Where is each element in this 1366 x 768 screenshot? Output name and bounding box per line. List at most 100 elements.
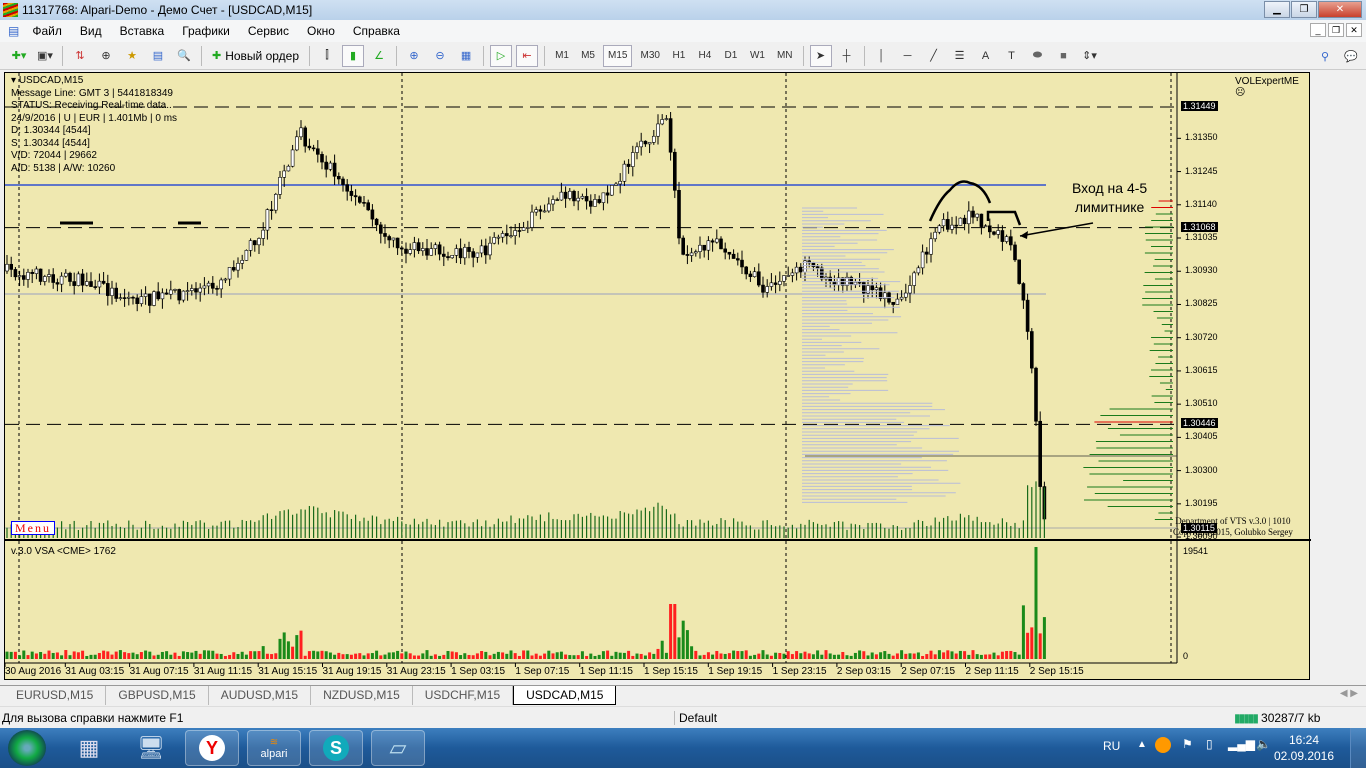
tab-usdcad[interactable]: USDCAD,M15 [513, 686, 617, 705]
candle-body [236, 262, 240, 271]
candlestick-icon[interactable]: ▮ [342, 44, 365, 67]
candle-body [223, 278, 228, 281]
vertical-line-icon[interactable]: │ [871, 45, 893, 67]
candle-body [500, 233, 505, 238]
skype-icon[interactable]: S [309, 730, 363, 766]
tf-w1[interactable]: W1 [746, 45, 769, 67]
market-watch-icon[interactable]: ⇅ [69, 45, 91, 67]
candle-body [328, 162, 333, 170]
vsa-volume-bar [858, 650, 862, 659]
search-icon[interactable]: ⚲ [1314, 45, 1336, 67]
menu-file[interactable]: Файл [23, 24, 71, 38]
text-icon[interactable]: A [975, 45, 997, 67]
mdi-restore-button[interactable]: ❐ [1328, 23, 1344, 37]
ellipse-icon[interactable]: ⬬ [1027, 45, 1049, 67]
vsa-volume-bar [874, 654, 878, 659]
chart-shift-icon[interactable]: ⇤ [516, 44, 539, 67]
auto-scroll-icon[interactable]: ▷ [490, 44, 513, 67]
vsa-volume-bar [622, 652, 626, 659]
trendline-icon[interactable]: ╱ [923, 45, 945, 67]
power-icon[interactable]: ▯ [1206, 737, 1213, 751]
language-indicator[interactable]: RU [1103, 739, 1120, 753]
tf-h1[interactable]: H1 [668, 45, 690, 67]
tray-app-icon[interactable] [1155, 737, 1171, 753]
volume-icon[interactable]: 🔈 [1256, 737, 1271, 751]
zoom-out-icon[interactable]: ⊖ [429, 45, 451, 67]
bar-chart-icon[interactable]: ⫿ [316, 45, 338, 67]
candle-body [34, 268, 39, 274]
status-traffic: 30287/7 kb [1261, 710, 1321, 725]
chart-window[interactable]: ▾ USDCAD,M15 Message Line: GMT 3 | 54418… [4, 72, 1311, 681]
profiles-icon[interactable]: ▣▾ [34, 45, 56, 67]
start-button[interactable] [8, 730, 46, 766]
cursor-icon[interactable]: ➤ [809, 44, 832, 67]
tf-mn[interactable]: MN [773, 45, 797, 67]
vsa-volume-bar [954, 653, 958, 659]
menu-charts[interactable]: Графики [173, 24, 239, 38]
new-order-button[interactable]: ✚ Новый ордер [208, 45, 303, 67]
new-chart-icon[interactable]: ✚▾ [8, 45, 30, 67]
time-tick: 30 Aug 2016 [5, 666, 62, 677]
rectangle-icon[interactable]: ■ [1053, 45, 1075, 67]
tf-d1[interactable]: D1 [720, 45, 742, 67]
candle-body [290, 149, 295, 167]
vsa-volume-bar [139, 652, 143, 659]
crosshair-data-icon[interactable]: ⊕ [95, 45, 117, 67]
fibonacci-icon[interactable]: ☰ [949, 45, 971, 67]
tf-m30[interactable]: M30 [636, 45, 663, 67]
price-chart[interactable] [5, 73, 1311, 681]
vsa-volume-bar [757, 653, 761, 659]
notepad-icon[interactable]: ▱ [371, 730, 425, 766]
vsa-volume-bar [417, 655, 421, 659]
menu-tools[interactable]: Сервис [239, 24, 298, 38]
alpari-icon[interactable]: ≋ alpari [247, 730, 301, 766]
menu-help[interactable]: Справка [344, 24, 409, 38]
menu-window[interactable]: Окно [298, 24, 344, 38]
navigator-icon[interactable]: ★ [121, 45, 143, 67]
tf-m5[interactable]: M5 [577, 45, 599, 67]
network-icon[interactable]: ▂▄▆ [1228, 737, 1255, 751]
yandex-browser-icon[interactable]: Y [185, 730, 239, 766]
show-hidden-icons[interactable]: ▲ [1137, 739, 1147, 750]
menu-button[interactable]: Menu [11, 521, 55, 535]
maximize-button[interactable]: ❐ [1291, 1, 1317, 18]
minimize-button[interactable]: ▁ [1264, 1, 1290, 18]
tf-m15[interactable]: M15 [603, 44, 633, 67]
tile-windows-icon[interactable]: ▦ [455, 45, 477, 67]
clock[interactable]: 16:24 02.09.2016 [1272, 732, 1336, 764]
tab-usdchf[interactable]: USDCHF,M15 [413, 686, 514, 705]
chat-icon[interactable]: 💬 [1340, 45, 1362, 67]
tf-m1[interactable]: M1 [551, 45, 573, 67]
vsa-volume-bar [795, 651, 799, 659]
terminal-icon[interactable]: ▤ [147, 45, 169, 67]
crosshair-icon[interactable]: ┼ [836, 45, 858, 67]
candle-body [433, 244, 438, 249]
menu-view[interactable]: Вид [71, 24, 111, 38]
close-button[interactable]: ✕ [1318, 1, 1362, 18]
annotation-arrow [1019, 222, 1094, 237]
candle-body [336, 176, 341, 180]
mdi-close-button[interactable]: ✕ [1346, 23, 1362, 37]
tab-gbpusd[interactable]: GBPUSD,M15 [106, 686, 209, 705]
show-desktop-button[interactable] [1350, 728, 1366, 768]
zoom-in-icon[interactable]: ⊕ [403, 45, 425, 67]
tab-audusd[interactable]: AUDUSD,M15 [209, 686, 312, 705]
tab-scroll-arrows[interactable]: ◀ ▶ [1340, 688, 1358, 699]
vsa-volume-bar [853, 652, 857, 659]
tab-nzdusd[interactable]: NZDUSD,M15 [311, 686, 413, 705]
line-chart-icon[interactable]: ∠ [368, 45, 390, 67]
horizontal-line-icon[interactable]: ─ [897, 45, 919, 67]
text-label-icon[interactable]: T [1001, 45, 1023, 67]
candle-body [958, 217, 963, 226]
vsa-volume-bar [68, 655, 72, 659]
action-center-flag-icon[interactable]: ⚑ [1182, 737, 1193, 751]
arrows-icon[interactable]: ⇕▾ [1079, 45, 1101, 67]
tab-eurusd[interactable]: EURUSD,M15 [4, 686, 107, 705]
tf-h4[interactable]: H4 [694, 45, 716, 67]
computer-search-icon[interactable]: 🖥 [124, 730, 178, 766]
menu-insert[interactable]: Вставка [111, 24, 174, 38]
tester-icon[interactable]: 🔍 [173, 45, 195, 67]
calculator-icon[interactable]: ▦ [62, 730, 116, 766]
mdi-minimize-button[interactable]: _ [1310, 23, 1326, 37]
vsa-volume-bar [446, 650, 450, 659]
